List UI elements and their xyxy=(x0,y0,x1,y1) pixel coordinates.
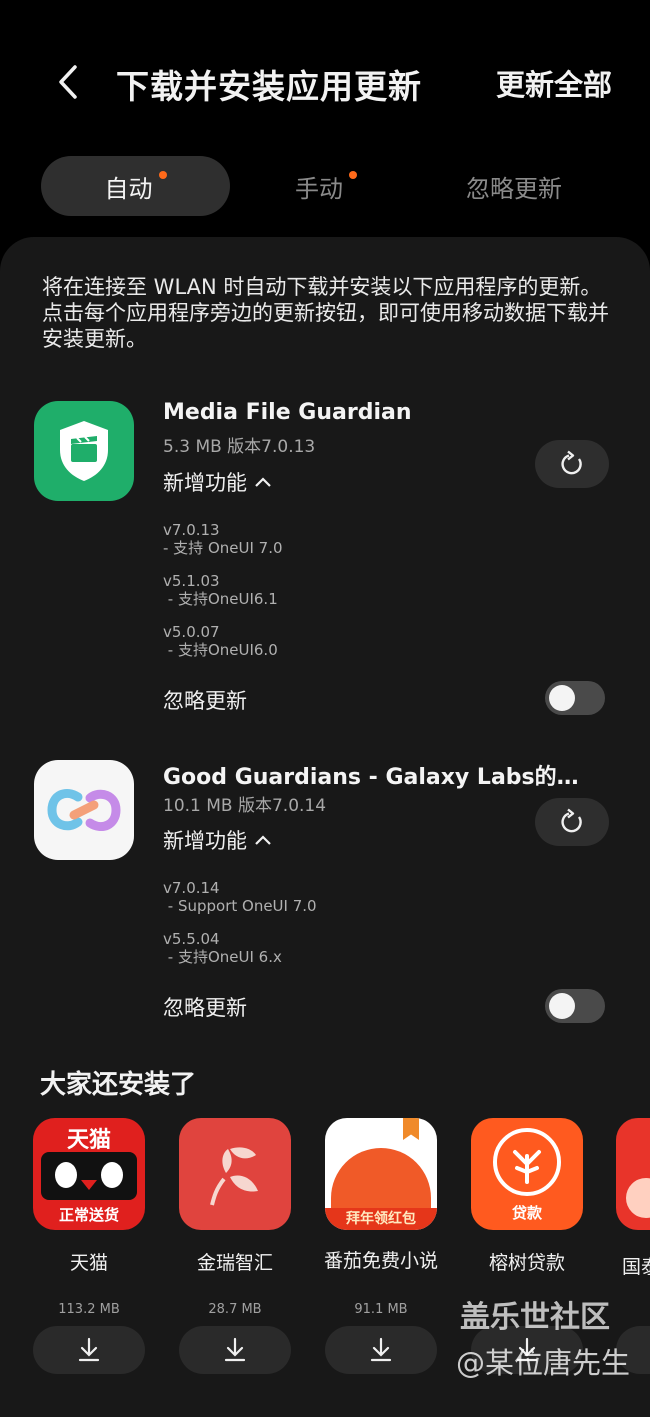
release-note: v7.0.13 - 支持 OneUI 7.0 xyxy=(163,521,283,557)
chevron-up-icon xyxy=(255,835,271,845)
rec-app-name: 榕树贷款 xyxy=(488,1252,565,1274)
bookmark-icon xyxy=(403,1118,419,1140)
ignore-update-toggle[interactable] xyxy=(545,989,605,1023)
download-icon xyxy=(78,1337,100,1362)
chevron-left-icon xyxy=(59,65,77,99)
tab-manual[interactable]: 手动 xyxy=(232,156,420,216)
ignore-update-toggle[interactable] xyxy=(545,681,605,715)
tab-label: 手动 xyxy=(295,174,343,203)
cat-face-shape xyxy=(41,1152,137,1200)
tab-ignored[interactable]: 忽略更新 xyxy=(420,156,608,216)
release-note: v5.0.07 - 支持OneUI6.0 xyxy=(163,623,278,659)
watermark-author: @某位唐先生 xyxy=(456,1346,631,1380)
download-button[interactable] xyxy=(179,1326,291,1374)
ignore-update-label: 忽略更新 xyxy=(163,996,247,1020)
whats-new-toggle[interactable]: 新增功能 xyxy=(163,467,273,497)
release-note: v5.1.03 - 支持OneUI6.1 xyxy=(163,572,278,608)
app-name: Media File Guardian xyxy=(163,400,412,425)
release-note: v7.0.14 - Support OneUI 7.0 xyxy=(163,879,317,915)
good-guardians-icon xyxy=(34,760,134,860)
app-size-version: 5.3 MB 版本7.0.13 xyxy=(163,437,316,457)
tab-label: 自动 xyxy=(104,174,153,203)
tmall-app-icon[interactable]: 天猫 正常送货 xyxy=(33,1118,145,1230)
download-icon xyxy=(370,1337,392,1362)
icon-tagline: 正常送货 xyxy=(58,1206,119,1224)
refresh-icon xyxy=(561,808,582,833)
guotai-app-icon[interactable] xyxy=(616,1118,650,1230)
new-indicator-dot xyxy=(158,171,167,179)
media-file-guardian-icon xyxy=(34,401,134,501)
rec-app-size: 91.1 MB xyxy=(354,1302,408,1317)
icon-tagline: 贷款 xyxy=(511,1204,542,1222)
back-button[interactable] xyxy=(48,60,88,104)
recommendations-title: 大家还安装了 xyxy=(40,1070,197,1100)
rec-app-size: 113.2 MB xyxy=(58,1302,120,1317)
download-button[interactable] xyxy=(33,1326,145,1374)
whats-new-toggle[interactable]: 新增功能 xyxy=(163,825,273,855)
fanqie-novel-app-icon[interactable]: 拜年领红包 xyxy=(325,1118,437,1230)
watermark-community: 盖乐世社区 xyxy=(460,1300,610,1335)
toggle-knob xyxy=(549,685,575,711)
download-button[interactable] xyxy=(325,1326,437,1374)
rec-app-name: 番茄免费小说 xyxy=(323,1250,438,1272)
tree-icon xyxy=(513,1150,541,1184)
whats-new-label: 新增功能 xyxy=(163,829,247,853)
toggle-knob xyxy=(549,993,575,1019)
icon-tagline: 拜年领红包 xyxy=(325,1208,437,1230)
page-title: 下载并安装应用更新 xyxy=(116,67,422,106)
refresh-icon xyxy=(561,450,582,475)
chevron-up-icon xyxy=(255,477,271,487)
rongshu-loan-app-icon[interactable]: 贷款 xyxy=(471,1118,583,1230)
icon-logo-text: 天猫 xyxy=(66,1128,111,1153)
rec-app-size: 28.7 MB xyxy=(208,1302,262,1317)
rec-app-name: 国泰 xyxy=(622,1256,650,1278)
whats-new-label: 新增功能 xyxy=(163,471,247,495)
update-app-button[interactable] xyxy=(535,440,609,488)
tab-label: 忽略更新 xyxy=(466,174,562,203)
download-icon xyxy=(224,1337,246,1362)
icon-shape xyxy=(626,1178,650,1218)
ignore-update-label: 忽略更新 xyxy=(163,689,247,713)
rec-app-name: 天猫 xyxy=(69,1252,108,1274)
release-note: v5.5.04 - 支持OneUI 6.x xyxy=(163,930,282,966)
jinrui-app-icon[interactable] xyxy=(179,1118,291,1230)
tab-auto[interactable]: 自动 xyxy=(41,156,230,216)
rec-app-name: 金瑞智汇 xyxy=(196,1252,273,1274)
auto-update-description: 将在连接至 WLAN 时自动下载并安装以下应用程序的更新。点击每个应用程序旁边的… xyxy=(42,275,609,351)
update-all-button[interactable]: 更新全部 xyxy=(496,62,612,104)
app-name: Good Guardians - Galaxy Labs的… xyxy=(163,765,579,790)
update-app-button[interactable] xyxy=(535,798,609,846)
app-size-version: 10.1 MB 版本7.0.14 xyxy=(163,796,327,816)
new-indicator-dot xyxy=(349,171,357,179)
